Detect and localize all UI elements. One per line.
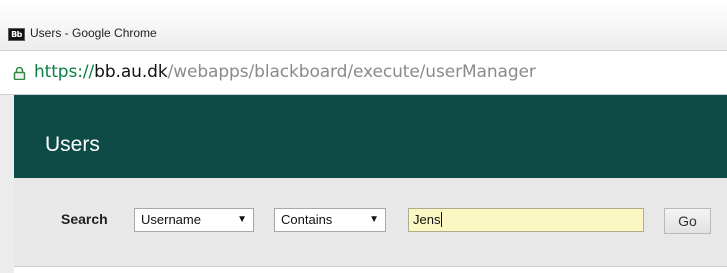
search-field-select[interactable]: Username ▼ [134, 208, 254, 232]
dropdown-caret-icon: ▼ [369, 214, 379, 225]
search-bar: Search Username ▼ Contains ▼ Jens Go [14, 178, 727, 267]
search-input-value: Jens [413, 212, 441, 227]
url-text[interactable]: https://bb.au.dk/webapps/blackboard/exec… [34, 62, 536, 82]
dropdown-caret-icon: ▼ [237, 214, 247, 225]
window-title: Users - Google Chrome [30, 26, 157, 40]
search-operator-select[interactable]: Contains ▼ [274, 208, 386, 232]
search-label: Search [61, 211, 108, 227]
url-path: /webapps/blackboard/execute/userManager [167, 62, 536, 82]
url-host: bb.au.dk [94, 62, 168, 82]
content-area [14, 267, 727, 273]
blackboard-favicon-icon: Bb [8, 28, 25, 41]
search-operator-select-value: Contains [281, 212, 333, 227]
search-input[interactable]: Jens [408, 208, 644, 232]
lock-icon [13, 67, 26, 80]
window-titlebar: Bb Users - Google Chrome [0, 0, 727, 51]
go-button[interactable]: Go [664, 208, 711, 234]
url-scheme: https:// [34, 62, 95, 82]
page-header: Users [14, 95, 727, 178]
left-edge-strip [0, 95, 15, 273]
page-title: Users [45, 133, 100, 156]
search-field-select-value: Username [141, 212, 201, 227]
text-cursor [441, 212, 443, 227]
